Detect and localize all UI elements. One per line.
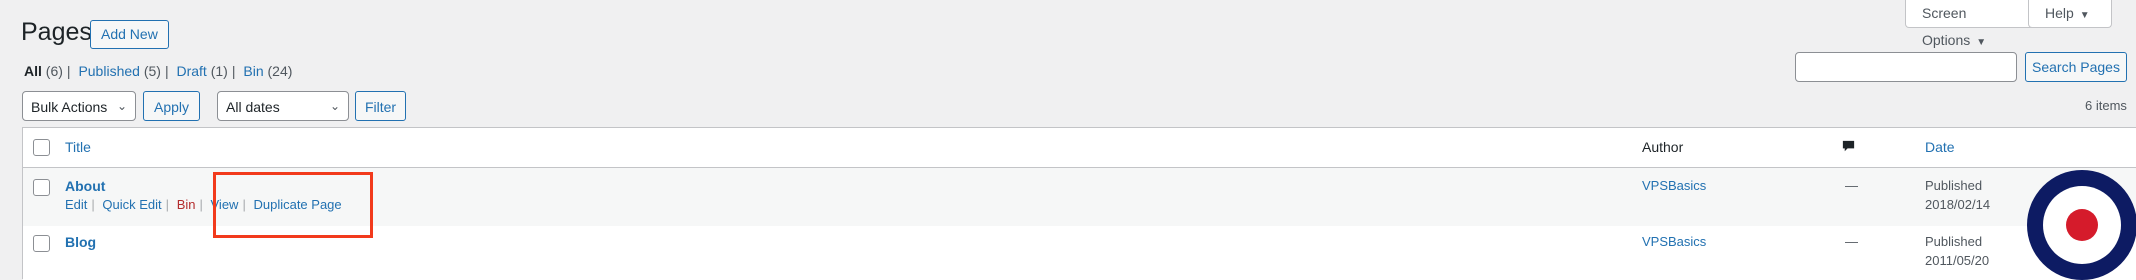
author-link[interactable]: VPSBasics (1642, 234, 1706, 249)
view-draft[interactable]: Draft (1) (176, 63, 227, 79)
date-text: 2011/05/20 (1925, 253, 1990, 268)
select-all-checkbox[interactable] (33, 139, 50, 156)
row-checkbox[interactable] (33, 235, 50, 252)
column-author: Author (1642, 139, 1684, 155)
caret-down-icon: ▼ (2079, 10, 2090, 21)
page-title: Pages (21, 18, 92, 46)
column-date[interactable]: Date (1925, 139, 1955, 155)
edit-link[interactable]: Edit (65, 197, 87, 212)
column-title[interactable]: Title (65, 139, 91, 155)
add-new-button[interactable]: Add New (90, 20, 169, 49)
target-roundel-icon (2027, 170, 2136, 280)
author-link[interactable]: VPSBasics (1642, 178, 1706, 193)
bin-link[interactable]: Bin (177, 197, 196, 212)
caret-down-icon: ▼ (1976, 37, 1987, 48)
comment-count: — (1845, 178, 1858, 193)
bulk-actions-select[interactable]: Bulk Actions ⌄ (22, 91, 136, 121)
highlight-annotation-box (213, 172, 373, 238)
row-checkbox[interactable] (33, 179, 50, 196)
table-header: Title Author Date (23, 128, 2136, 168)
status-text: Published (1925, 234, 1983, 249)
dates-select[interactable]: All dates ⌄ (217, 91, 349, 121)
quick-edit-link[interactable]: Quick Edit (102, 197, 161, 212)
chevron-down-icon: ⌄ (329, 99, 340, 113)
help-label: Help (2045, 5, 2074, 21)
help-tab[interactable]: Help ▼ (2028, 0, 2112, 28)
view-all[interactable]: All (6) (24, 63, 63, 79)
view-bin[interactable]: Bin (24) (243, 63, 292, 79)
search-input[interactable] (1795, 52, 2017, 82)
page-title-link[interactable]: About (65, 178, 105, 194)
apply-button[interactable]: Apply (143, 91, 200, 121)
comment-count: — (1845, 234, 1858, 249)
search-pages-button[interactable]: Search Pages (2025, 52, 2127, 82)
screen-options-label: Screen Options (1922, 5, 1971, 48)
items-count: 6 items (2085, 98, 2127, 113)
comment-icon (1841, 139, 1856, 158)
chevron-down-icon: ⌄ (116, 99, 127, 113)
screen-options-tab[interactable]: Screen Options ▼ (1905, 0, 2047, 48)
view-published[interactable]: Published (5) (78, 63, 161, 79)
page-title-link[interactable]: Blog (65, 234, 96, 250)
status-filter-links: All (6) | Published (5) | Draft (1) | Bin (… (24, 63, 293, 79)
date-text: 2018/02/14 (1925, 197, 1991, 212)
status-text: Published (1925, 178, 1983, 193)
filter-button[interactable]: Filter (355, 91, 406, 121)
